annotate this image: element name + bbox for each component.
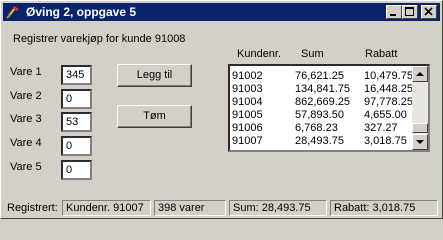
sum-cell: 76,621.25 (295, 70, 344, 82)
column-header-customer: Kundenr. (237, 48, 282, 60)
discount-cell: 4,655.00 (364, 109, 407, 121)
status-customer: Kundenr. 91007 (62, 200, 151, 216)
status-discount: Rabatt: 3,018.75 (330, 200, 438, 216)
scroll-thumb[interactable] (412, 123, 428, 133)
arrow-down-icon (416, 140, 424, 144)
sum-cell: 6,768.23 (295, 122, 338, 134)
field-label-4: Vare 4 (10, 137, 42, 149)
discount-cell: 3,018.75 (364, 135, 407, 147)
app-window: Øving 2, oppgave 5 Registrer varekjøp fo… (0, 0, 443, 219)
title-bar[interactable]: Øving 2, oppgave 5 (3, 3, 440, 21)
maximize-icon (405, 7, 414, 16)
list-item[interactable]: 91004 862,669.25 97,778.25 (232, 96, 414, 109)
window-title: Øving 2, oppgave 5 (26, 5, 137, 19)
field-label-5: Vare 5 (10, 161, 42, 173)
add-button[interactable]: Legg til (117, 64, 192, 87)
customer-cell: 91007 (232, 135, 263, 147)
maximize-button[interactable] (402, 5, 418, 19)
discount-cell: 10,479.75 (364, 70, 413, 82)
status-sum: Sum: 28,493.75 (229, 200, 327, 216)
item-2-input[interactable]: 0 (61, 89, 92, 109)
list-item[interactable]: 91002 76,621.25 10,479.75 (232, 70, 414, 83)
field-label-3: Vare 3 (10, 113, 42, 125)
customer-cell: 91003 (232, 83, 263, 95)
field-label-2: Vare 2 (10, 90, 42, 102)
discount-cell: 97,778.25 (364, 96, 413, 108)
app-icon (6, 6, 19, 19)
customer-cell: 91002 (232, 70, 263, 82)
close-icon (424, 7, 433, 16)
item-3-input[interactable]: 53 (61, 112, 92, 132)
form-heading: Registrer varekjøp for kunde 91008 (13, 33, 186, 45)
minimize-button[interactable] (386, 5, 402, 19)
customer-cell: 91005 (232, 109, 263, 121)
discount-cell: 327.27 (364, 122, 398, 134)
customer-cell: 91004 (232, 96, 263, 108)
status-items: 398 varer (154, 200, 226, 216)
item-4-input[interactable]: 0 (61, 136, 92, 156)
arrow-up-icon (416, 72, 424, 76)
scroll-up-button[interactable] (412, 66, 428, 82)
list-scrollbar[interactable] (412, 66, 428, 150)
scroll-down-button[interactable] (412, 134, 428, 150)
field-label-1: Vare 1 (10, 66, 42, 78)
discount-cell: 16,448.25 (364, 83, 413, 95)
status-bar: Registrert: Kundenr. 91007 398 varer Sum… (3, 199, 440, 217)
list-item[interactable]: 91003 134,841.75 16,448.25 (232, 83, 414, 96)
column-header-discount: Rabatt (365, 48, 398, 60)
column-header-sum: Sum (301, 48, 324, 60)
close-button[interactable] (421, 5, 437, 19)
list-item[interactable]: 91006 6,768.23 327.27 (232, 122, 414, 135)
status-label: Registrert: (7, 202, 58, 214)
customer-cell: 91006 (232, 122, 263, 134)
list-item[interactable]: 91005 57,893.50 4,655.00 (232, 109, 414, 122)
sum-cell: 28,493.75 (295, 135, 344, 147)
item-1-input[interactable]: 345 (61, 65, 92, 85)
sum-cell: 134,841.75 (295, 83, 351, 95)
customer-list[interactable]: 91002 76,621.25 10,479.75 91003 134,841.… (228, 64, 430, 152)
item-5-input[interactable]: 0 (61, 160, 92, 180)
sum-cell: 862,669.25 (295, 96, 351, 108)
sum-cell: 57,893.50 (295, 109, 344, 121)
list-item[interactable]: 91007 28,493.75 3,018.75 (232, 135, 414, 148)
clear-button[interactable]: Tøm (117, 105, 192, 128)
minimize-icon (390, 14, 396, 16)
